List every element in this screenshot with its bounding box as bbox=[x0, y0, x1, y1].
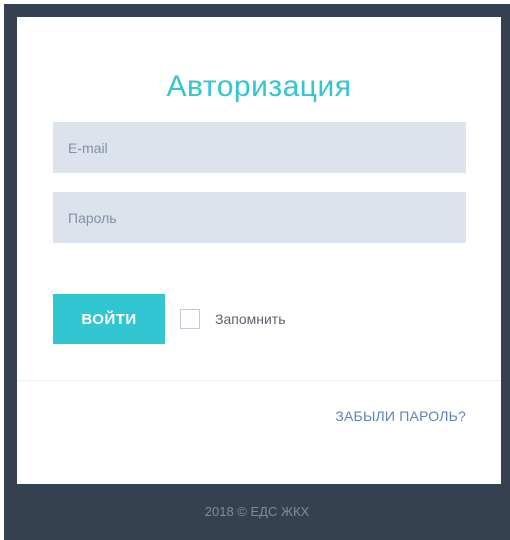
password-input[interactable] bbox=[53, 192, 466, 243]
login-button[interactable]: ВОЙТИ bbox=[53, 294, 165, 344]
footer-copyright: 2018 © ЕДС ЖКХ bbox=[204, 504, 310, 519]
divider bbox=[17, 380, 501, 381]
remember-label: Запомнить bbox=[215, 311, 286, 327]
remember-me-option[interactable]: Запомнить bbox=[180, 307, 286, 331]
login-card: Авторизация ВОЙТИ Запомнить ЗАБЫЛИ ПАРОЛ… bbox=[17, 17, 501, 484]
email-input[interactable] bbox=[53, 122, 466, 173]
forgot-password-link[interactable]: ЗАБЫЛИ ПАРОЛЬ? bbox=[335, 408, 466, 424]
page-title: Авторизация bbox=[166, 70, 352, 103]
remember-checkbox[interactable] bbox=[180, 309, 200, 329]
page-frame: Авторизация ВОЙТИ Запомнить ЗАБЫЛИ ПАРОЛ… bbox=[4, 4, 510, 540]
